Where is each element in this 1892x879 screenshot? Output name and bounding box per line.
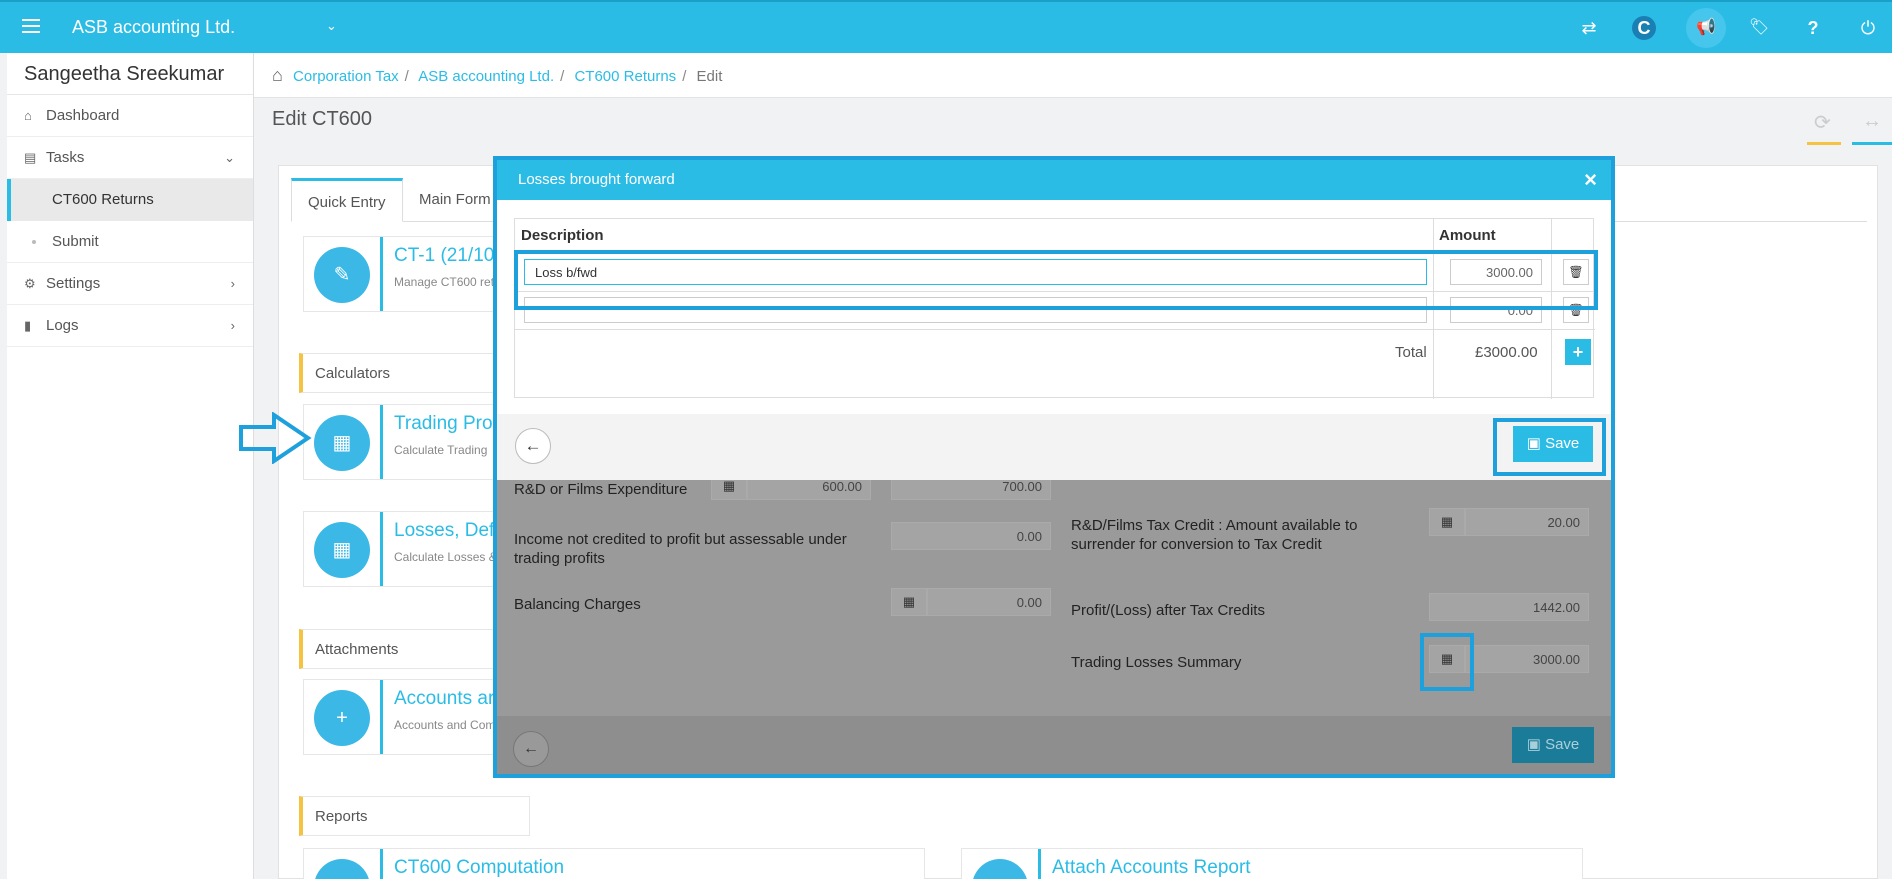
chevron-right-icon: › bbox=[230, 318, 235, 333]
card-ct1[interactable]: ✎ CT-1 (21/10 Manage CT600 ret bbox=[303, 236, 503, 312]
sidebar-item-ct600-returns[interactable]: CT600 Returns bbox=[7, 179, 253, 221]
section-calculators: Calculators bbox=[299, 353, 499, 393]
page-header: Edit CT600 ⟳ ↔ bbox=[254, 98, 1892, 148]
tasks-icon: ▤ bbox=[24, 150, 37, 165]
column-header-description: Description bbox=[521, 227, 604, 244]
total-value: £3000.00 bbox=[1475, 344, 1538, 361]
sidebar-item-dashboard[interactable]: ⌂ Dashboard bbox=[7, 95, 253, 137]
card-losses[interactable]: ▦ Losses, Def Calculate Losses & bbox=[303, 511, 503, 587]
page-title: Edit CT600 bbox=[272, 108, 373, 130]
sidebar-item-submit[interactable]: Submit bbox=[7, 221, 253, 263]
card-trading-profits[interactable]: ▦ Trading Prof Calculate Trading bbox=[303, 404, 503, 480]
sidebar-item-logs[interactable]: ▮ Logs › bbox=[7, 305, 253, 347]
company-name[interactable]: ASB accounting Ltd. bbox=[72, 17, 235, 38]
sidebar: Sangeetha Sreekumar ⌂ Dashboard ▤ Tasks ⌄ … bbox=[7, 53, 254, 879]
card-subtitle: Manage CT600 ret bbox=[394, 275, 495, 289]
highlight-box bbox=[514, 250, 1598, 310]
highlight-box bbox=[1493, 418, 1606, 476]
divider bbox=[515, 329, 1595, 330]
arrow-annotation-icon bbox=[239, 412, 312, 464]
calculator-icon: ▦ bbox=[314, 522, 370, 578]
card-accent bbox=[380, 512, 383, 586]
tab-quick-entry[interactable]: Quick Entry bbox=[291, 178, 403, 222]
accent-bar bbox=[1852, 142, 1892, 145]
card-ct600-computation[interactable]: ▤ CT600 Computation bbox=[303, 848, 925, 879]
user-name: Sangeetha Sreekumar bbox=[7, 53, 253, 95]
card-title: Accounts ar bbox=[394, 688, 495, 709]
top-bar: ASB accounting Ltd. ⌄ ⇄ C 📢 🏷 ? ⏻ bbox=[0, 0, 1892, 53]
card-attach-accounts[interactable]: + Attach Accounts Report bbox=[961, 848, 1583, 879]
breadcrumb-ct600-returns[interactable]: CT600 Returns bbox=[574, 68, 676, 85]
help-icon[interactable]: ? bbox=[1799, 14, 1827, 42]
total-label: Total bbox=[1395, 344, 1427, 361]
menu-icon[interactable] bbox=[22, 19, 40, 33]
plus-icon: + bbox=[314, 690, 370, 746]
losses-modal: Losses brought forward × Description Amo… bbox=[497, 160, 1611, 480]
expand-icon[interactable]: ↔ bbox=[1862, 110, 1882, 133]
accent-bar bbox=[1807, 142, 1841, 145]
card-title: Losses, Def bbox=[394, 520, 495, 541]
file-icon: ▮ bbox=[24, 318, 32, 333]
plus-icon: + bbox=[972, 859, 1028, 879]
card-accounts[interactable]: + Accounts ar Accounts and Com bbox=[303, 679, 503, 755]
chevron-down-icon[interactable]: ⌄ bbox=[326, 18, 337, 34]
sidebar-item-settings[interactable]: ⚙ Settings › bbox=[7, 263, 253, 305]
modal-footer bbox=[497, 414, 1611, 480]
refresh-icon[interactable]: ⟳ bbox=[1814, 110, 1831, 135]
card-subtitle: Calculate Losses & bbox=[394, 550, 497, 564]
breadcrumb: ⌂ Corporation Tax / ASB accounting Ltd. / … bbox=[254, 53, 1892, 98]
megaphone-icon[interactable]: 📢 bbox=[1686, 8, 1726, 48]
modal-header: Losses brought forward × bbox=[497, 160, 1611, 200]
card-accent bbox=[1038, 849, 1041, 879]
card-accent bbox=[380, 849, 383, 879]
modal-title: Losses brought forward bbox=[518, 171, 675, 188]
ticket-icon[interactable]: 🏷 bbox=[1745, 14, 1773, 42]
card-accent bbox=[380, 405, 383, 479]
chevron-right-icon: › bbox=[230, 276, 235, 291]
calculator-icon: ▦ bbox=[314, 415, 370, 471]
card-title: CT600 Computation bbox=[394, 857, 565, 878]
file-icon: ▤ bbox=[314, 859, 370, 879]
sidebar-item-tasks[interactable]: ▤ Tasks ⌄ bbox=[7, 137, 253, 179]
add-row-button[interactable]: + bbox=[1565, 339, 1591, 365]
card-accent bbox=[380, 237, 383, 311]
power-icon[interactable]: ⏻ bbox=[1854, 14, 1882, 42]
bullet-icon bbox=[32, 240, 36, 244]
section-attachments: Attachments bbox=[299, 629, 499, 669]
close-icon[interactable]: × bbox=[1584, 160, 1597, 200]
section-reports: Reports bbox=[299, 796, 530, 836]
gear-icon: ⚙ bbox=[24, 276, 36, 291]
card-subtitle: Accounts and Com bbox=[394, 718, 496, 732]
breadcrumb-current: Edit bbox=[696, 68, 723, 85]
back-arrow-icon[interactable]: ← bbox=[515, 428, 551, 464]
tab-main-form[interactable]: Main Form bbox=[403, 178, 507, 222]
card-title: Trading Prof bbox=[394, 413, 498, 434]
home-icon: ⌂ bbox=[24, 108, 32, 123]
edit-icon: ✎ bbox=[314, 247, 370, 303]
chevron-down-icon: ⌄ bbox=[224, 150, 235, 165]
breadcrumb-company[interactable]: ASB accounting Ltd. bbox=[418, 68, 554, 85]
column-header-amount: Amount bbox=[1439, 227, 1496, 244]
card-title: Attach Accounts Report bbox=[1052, 857, 1251, 878]
c-logo-icon[interactable]: C bbox=[1632, 16, 1656, 40]
home-icon[interactable]: ⌂ bbox=[272, 65, 283, 85]
card-accent bbox=[380, 680, 383, 754]
card-subtitle: Calculate Trading bbox=[394, 443, 488, 457]
breadcrumb-corporation-tax[interactable]: Corporation Tax bbox=[293, 68, 399, 85]
swap-icon[interactable]: ⇄ bbox=[1575, 14, 1603, 42]
card-title: CT-1 (21/10 bbox=[394, 245, 495, 266]
